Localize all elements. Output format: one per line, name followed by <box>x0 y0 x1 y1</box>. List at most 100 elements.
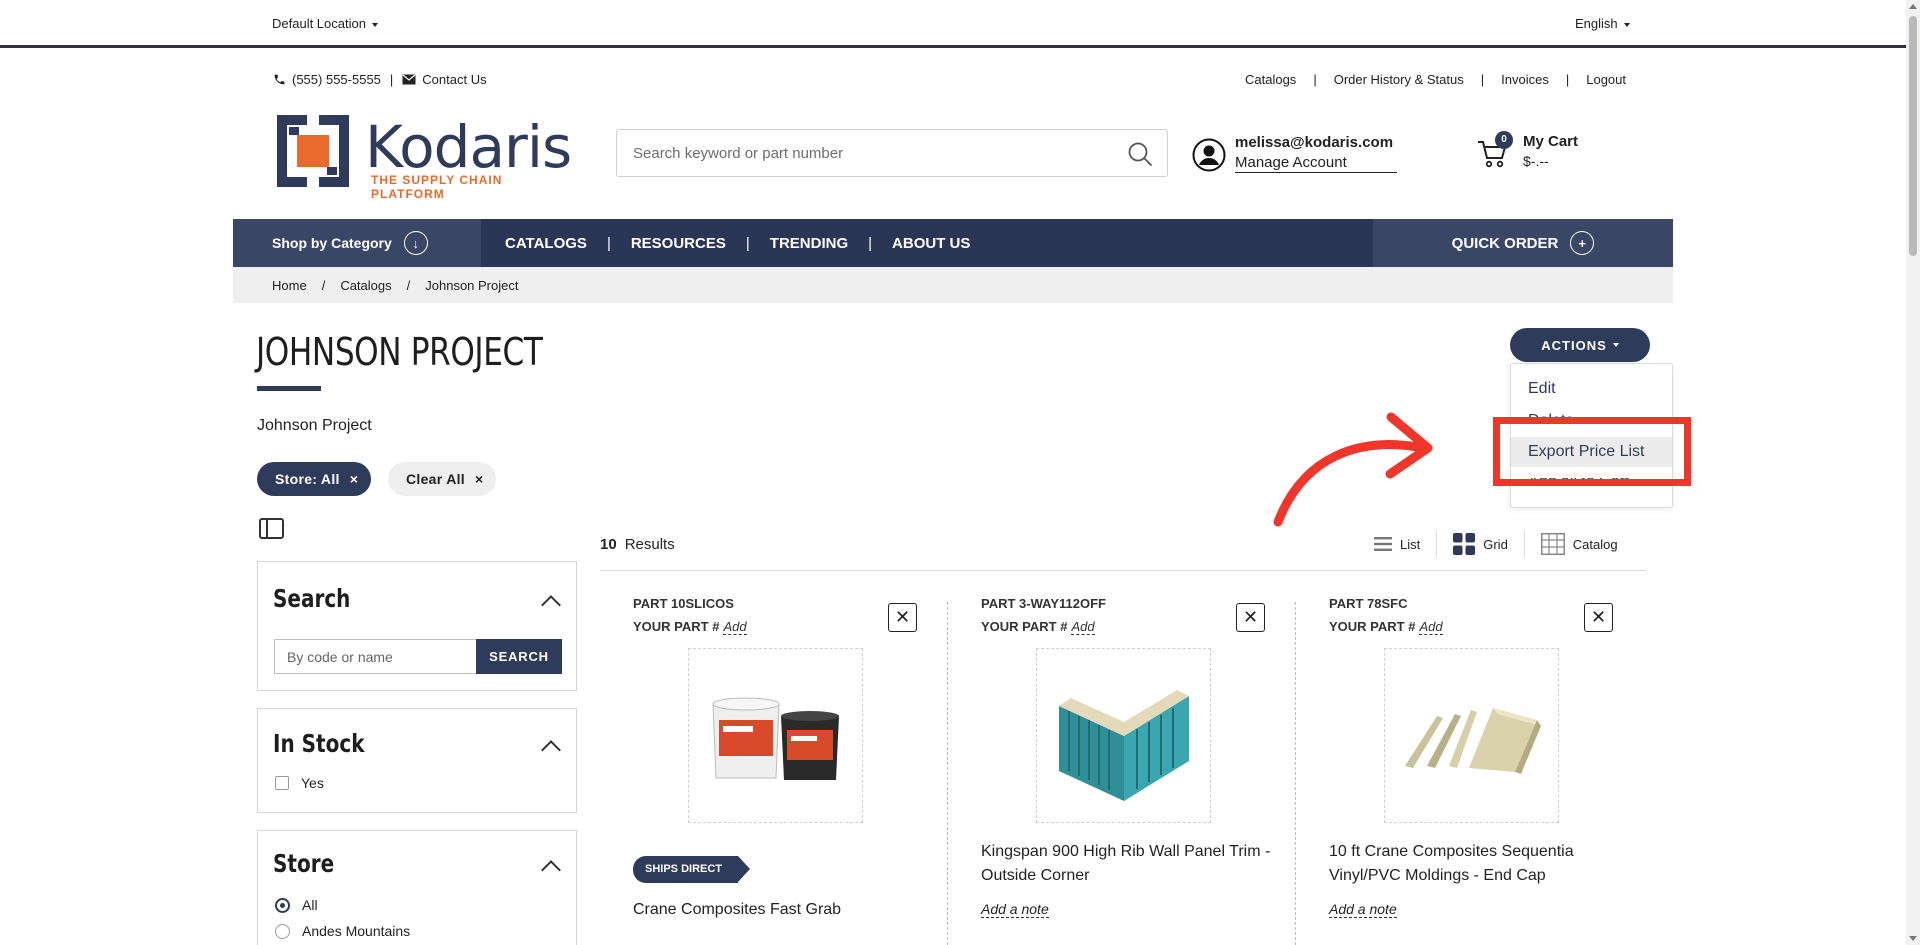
account-links: Catalogs | Order History & Status | Invo… <box>1245 72 1626 87</box>
store-filter-title: Store <box>273 849 335 878</box>
product-card: PART 78SFC YOUR PART # Add ✕ 10 ft Crane … <box>1329 590 1649 945</box>
page-scrollbar[interactable] <box>1906 0 1920 945</box>
product-name[interactable]: 10 ft Crane Composites Sequentia Vinyl/P… <box>1329 840 1649 888</box>
close-icon[interactable]: × <box>475 471 483 487</box>
divider <box>1295 602 1296 945</box>
part-number: PART 10SLICOS <box>633 596 734 611</box>
user-avatar-icon <box>1192 138 1226 172</box>
results-count: 10 Results <box>600 536 675 553</box>
scroll-down-icon[interactable] <box>1909 936 1917 941</box>
language-label: English <box>1575 16 1618 31</box>
chevron-up-icon[interactable] <box>541 860 561 880</box>
language-selector[interactable]: English <box>1575 16 1630 31</box>
view-switcher: List Grid Catalog <box>1374 531 1618 557</box>
add-your-part-link[interactable]: Add <box>1419 619 1443 635</box>
phone-icon <box>274 74 285 85</box>
store-radio-andes[interactable]: Andes Mountains <box>275 923 410 939</box>
close-icon: ✕ <box>1590 607 1607 627</box>
checkbox-label: Yes <box>301 775 324 791</box>
add-note-link[interactable]: Add a note <box>1329 901 1397 918</box>
ships-direct-badge: SHIPS DIRECT <box>633 856 751 883</box>
contact-info: (555) 555-5555 | Contact Us <box>273 72 487 87</box>
product-image[interactable] <box>688 648 863 823</box>
breadcrumb-home[interactable]: Home <box>272 278 307 293</box>
close-icon: ✕ <box>1242 607 1259 627</box>
part-number: PART 78SFC <box>1329 596 1408 611</box>
close-icon[interactable]: × <box>350 471 358 487</box>
product-image[interactable] <box>1036 648 1211 823</box>
contact-us-link[interactable]: Contact Us <box>422 72 486 87</box>
catalogs-link[interactable]: Catalogs <box>1245 72 1296 87</box>
actions-label: ACTIONS <box>1541 337 1607 353</box>
quick-order-label: QUICK ORDER <box>1451 234 1559 252</box>
search-icon[interactable] <box>1127 141 1153 167</box>
order-history-link[interactable]: Order History & Status <box>1334 72 1464 87</box>
adhesive-buckets-image <box>711 697 839 780</box>
nav-trending[interactable]: TRENDING <box>770 235 848 252</box>
add-note-link[interactable]: Add a note <box>981 901 1049 918</box>
divider: | <box>1313 72 1317 87</box>
search-filter-panel: Search SEARCH <box>257 561 577 691</box>
your-part-number: YOUR PART # Add <box>981 619 1095 635</box>
manage-account-link[interactable]: Manage Account <box>1235 154 1397 173</box>
view-list-button[interactable]: List <box>1374 536 1420 552</box>
site-search-input[interactable] <box>617 130 1107 176</box>
radio-label: Andes Mountains <box>302 923 411 939</box>
divider: | <box>606 234 611 252</box>
remove-item-button[interactable]: ✕ <box>1236 603 1265 632</box>
quick-order-button[interactable]: QUICK ORDER + <box>1373 219 1673 267</box>
location-selector[interactable]: Default Location <box>272 16 378 31</box>
actions-button[interactable]: ACTIONS <box>1510 328 1650 362</box>
radio-label: All <box>302 897 318 913</box>
divider: | <box>1565 72 1570 87</box>
divider <box>947 602 948 945</box>
add-your-part-link[interactable]: Add <box>1071 619 1095 635</box>
scroll-up-icon[interactable] <box>1909 4 1917 9</box>
table-icon <box>1540 533 1565 555</box>
breadcrumb-catalogs[interactable]: Catalogs <box>340 278 391 293</box>
filter-chip-store[interactable]: Store: All × <box>257 462 372 496</box>
view-grid-button[interactable]: Grid <box>1453 533 1508 555</box>
product-name[interactable]: Kingspan 900 High Rib Wall Panel Trim - … <box>981 840 1301 888</box>
annotation-arrow-icon <box>1273 412 1433 527</box>
caret-down-icon <box>371 22 378 27</box>
divider: | <box>745 234 750 252</box>
view-catalog-button[interactable]: Catalog <box>1540 533 1618 555</box>
filter-search-input[interactable] <box>274 639 476 674</box>
remove-item-button[interactable]: ✕ <box>1584 603 1613 632</box>
nav-resources[interactable]: RESOURCES <box>631 235 726 252</box>
account-email: melissa@kodaris.com <box>1235 134 1394 151</box>
product-image[interactable] <box>1384 648 1559 823</box>
menu-item-edit[interactable]: Edit <box>1511 374 1672 404</box>
wall-panel-corner-image <box>1058 689 1189 801</box>
divider: | <box>389 72 394 87</box>
main-nav: Shop by Category ↓ CATALOGS | RESOURCES … <box>233 219 1673 267</box>
clear-all-chip[interactable]: Clear All × <box>388 462 497 496</box>
chevron-up-icon[interactable] <box>541 595 561 615</box>
page-subtitle: Johnson Project <box>257 417 372 434</box>
chevron-up-icon[interactable] <box>541 740 561 760</box>
kodaris-logo[interactable]: Kodaris THE SUPPLY CHAIN PLATFORM <box>277 113 572 201</box>
remove-item-button[interactable]: ✕ <box>888 603 917 632</box>
nav-about-us[interactable]: ABOUT US <box>892 235 970 252</box>
in-stock-yes-checkbox[interactable]: Yes <box>275 775 324 791</box>
divider: / <box>406 277 411 293</box>
phone-number[interactable]: (555) 555-5555 <box>292 72 381 87</box>
radio-icon <box>275 923 290 939</box>
search-filter-title: Search <box>273 584 351 613</box>
shop-by-category-button[interactable]: Shop by Category ↓ <box>233 219 481 267</box>
invoices-link[interactable]: Invoices <box>1501 72 1549 87</box>
checkbox-icon <box>275 776 289 790</box>
filter-search-button[interactable]: SEARCH <box>476 639 562 674</box>
store-radio-all[interactable]: All <box>275 897 318 913</box>
title-underline <box>257 386 321 391</box>
add-your-part-link[interactable]: Add <box>723 619 747 635</box>
sidebar-toggle-icon[interactable] <box>259 518 284 539</box>
cart-count-badge: 0 <box>1495 131 1513 149</box>
logout-link[interactable]: Logout <box>1586 72 1626 87</box>
nav-catalogs[interactable]: CATALOGS <box>505 235 587 252</box>
scrollbar-thumb[interactable] <box>1909 16 1917 256</box>
logo-mark-icon <box>277 115 349 187</box>
product-name[interactable]: Crane Composites Fast Grab <box>633 898 953 922</box>
arrow-down-circle-icon: ↓ <box>403 231 428 255</box>
